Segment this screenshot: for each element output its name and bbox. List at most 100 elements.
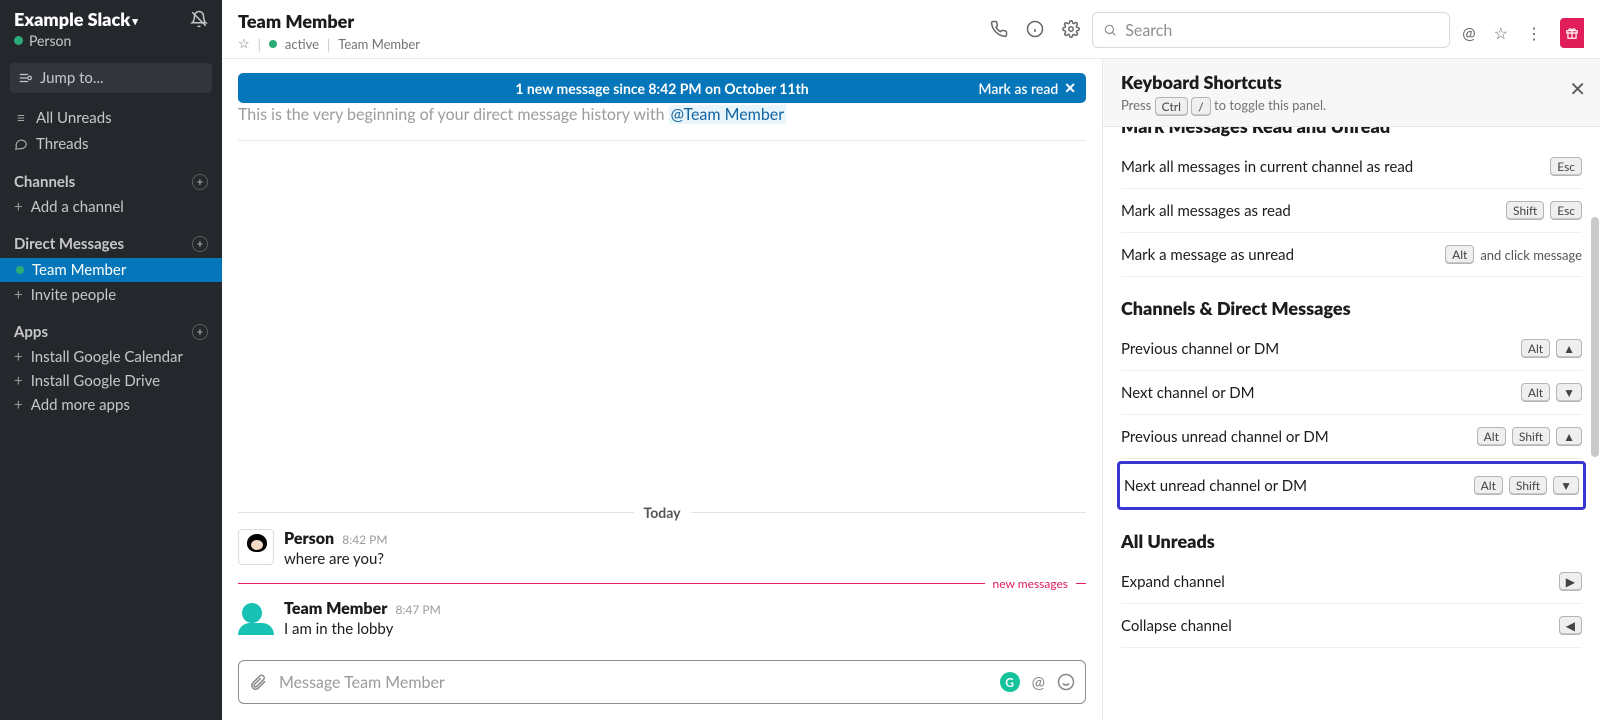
shortcut-row-highlighted: Next unread channel or DM AltShift▼	[1117, 461, 1586, 510]
key: Esc	[1550, 201, 1582, 220]
jump-to-input[interactable]: Jump to...	[10, 63, 212, 93]
banner-text: 1 new message since 8:42 PM on October 1…	[515, 80, 808, 97]
workspace-name: Example Slack	[14, 8, 130, 30]
main-area: Team Member ☆ | active | Team Member Sea…	[222, 0, 1600, 720]
app-item-drive[interactable]: +Install Google Drive	[0, 369, 222, 393]
shortcut-row: Mark all messages in current channel as …	[1121, 145, 1582, 189]
close-icon[interactable]: ✕	[1569, 77, 1586, 101]
add-channel-label: Add a channel	[31, 198, 124, 216]
key: Esc	[1550, 157, 1582, 176]
day-divider: Today	[238, 504, 1086, 521]
gift-icon[interactable]	[1560, 18, 1584, 48]
key-arrow-up: ▲	[1556, 427, 1582, 446]
key: Alt	[1445, 245, 1474, 264]
avatar[interactable]	[238, 599, 274, 635]
shortcut-row: Previous unread channel or DM AltShift▲	[1121, 415, 1582, 459]
workspace-switcher[interactable]: Example Slack▾	[14, 8, 138, 30]
key-arrow-right: ▶	[1559, 572, 1582, 591]
subtitle-name: Team Member	[338, 36, 420, 52]
add-app-plus-icon[interactable]: +	[192, 324, 208, 340]
scrollbar-thumb[interactable]	[1591, 217, 1599, 457]
star-icon[interactable]: ☆	[238, 35, 250, 52]
scrollbar[interactable]	[1590, 127, 1600, 720]
apps-header-label: Apps	[14, 323, 48, 341]
call-icon[interactable]	[990, 20, 1008, 38]
search-placeholder: Search	[1125, 21, 1172, 40]
mark-as-read-button[interactable]: Mark as read ✕	[978, 79, 1076, 97]
panel-scroll[interactable]: Mark Messages Read and Unread Mark all m…	[1103, 127, 1600, 720]
bell-icon[interactable]	[190, 10, 208, 28]
mark-as-read-label: Mark as read	[978, 80, 1058, 97]
message-time: 8:47 PM	[395, 602, 440, 617]
search-icon	[1103, 23, 1117, 37]
message-author[interactable]: Person	[284, 529, 334, 548]
presence-label: active	[285, 36, 319, 52]
app-item-more[interactable]: +Add more apps	[0, 393, 222, 417]
shortcut-label: Next unread channel or DM	[1124, 477, 1307, 495]
info-icon[interactable]	[1026, 20, 1044, 38]
message-time: 8:42 PM	[342, 532, 387, 547]
threads-link[interactable]: Threads	[0, 131, 222, 157]
star-list-icon[interactable]: ☆	[1494, 24, 1508, 43]
message-text: I am in the lobby	[284, 620, 441, 638]
composer-placeholder: Message Team Member	[279, 673, 988, 692]
grammarly-icon[interactable]: G	[1000, 672, 1020, 692]
sidebar: Example Slack▾ Person Jump to... ≡ All U…	[0, 0, 222, 720]
message[interactable]: Person 8:42 PM where are you?	[222, 521, 1102, 576]
key-arrow-down: ▼	[1553, 476, 1579, 495]
new-message-banner[interactable]: 1 new message since 8:42 PM on October 1…	[238, 73, 1086, 103]
shortcut-row: Next channel or DM Alt▼	[1121, 371, 1582, 415]
panel-subtitle: Press Ctrl / to toggle this panel.	[1121, 97, 1552, 116]
avatar[interactable]	[238, 529, 274, 565]
emoji-icon[interactable]	[1057, 673, 1075, 691]
new-dm-plus-icon[interactable]: +	[192, 236, 208, 252]
key: Shift	[1506, 201, 1544, 220]
apps-header[interactable]: Apps +	[0, 307, 222, 345]
channels-header-label: Channels	[14, 173, 75, 191]
invite-people-label: Invite people	[31, 286, 116, 304]
key-arrow-left: ◀	[1559, 616, 1582, 635]
key: Alt	[1474, 476, 1503, 495]
key: Alt	[1521, 339, 1550, 358]
current-user-name: Person	[29, 32, 71, 49]
mention-icon[interactable]: @	[1032, 673, 1045, 692]
shortcut-suffix: and click message	[1480, 247, 1582, 263]
close-icon[interactable]: ✕	[1064, 79, 1076, 97]
plus-icon: +	[14, 286, 23, 304]
mention[interactable]: @Team Member	[669, 105, 786, 124]
presence-dot-icon	[269, 40, 277, 48]
app-label: Add more apps	[31, 396, 130, 414]
message[interactable]: Team Member 8:47 PM I am in the lobby	[222, 591, 1102, 646]
panel-title: Keyboard Shortcuts	[1121, 71, 1552, 93]
history-intro: This is the very beginning of your direc…	[222, 103, 1102, 140]
presence-dot-icon	[16, 266, 24, 274]
dm-item-team-member[interactable]: Team Member	[0, 258, 222, 282]
all-unreads-link[interactable]: ≡ All Unreads	[0, 105, 222, 131]
message-composer[interactable]: Message Team Member G @	[238, 660, 1086, 704]
mentions-icon[interactable]: @	[1462, 24, 1475, 43]
message-author[interactable]: Team Member	[284, 599, 387, 618]
threads-label: Threads	[36, 135, 89, 153]
channels-header[interactable]: Channels +	[0, 157, 222, 195]
shortcut-label: Mark all messages in current channel as …	[1121, 158, 1413, 176]
add-channel-plus-icon[interactable]: +	[192, 174, 208, 190]
add-channel-item[interactable]: + Add a channel	[0, 195, 222, 219]
gear-icon[interactable]	[1062, 20, 1080, 38]
group-title: Channels & Direct Messages	[1121, 297, 1582, 319]
shortcut-label: Collapse channel	[1121, 617, 1232, 635]
group-title: All Unreads	[1121, 530, 1582, 552]
dm-header[interactable]: Direct Messages +	[0, 219, 222, 257]
shortcut-label: Mark all messages as read	[1121, 202, 1291, 220]
app-item-calendar[interactable]: +Install Google Calendar	[0, 345, 222, 369]
user-presence[interactable]: Person	[0, 32, 222, 59]
shortcut-label: Previous channel or DM	[1121, 340, 1279, 358]
all-unreads-icon: ≡	[14, 109, 28, 127]
more-icon[interactable]: ⋮	[1526, 24, 1542, 43]
search-input[interactable]: Search	[1092, 12, 1450, 48]
jump-placeholder: Jump to...	[40, 69, 104, 87]
shortcut-row: Mark all messages as read Shift Esc	[1121, 189, 1582, 233]
attach-icon[interactable]	[249, 673, 267, 691]
new-messages-divider: new messages	[238, 576, 1086, 591]
conversation-pane: 1 new message since 8:42 PM on October 1…	[222, 59, 1103, 720]
invite-people-item[interactable]: + Invite people	[0, 283, 222, 307]
